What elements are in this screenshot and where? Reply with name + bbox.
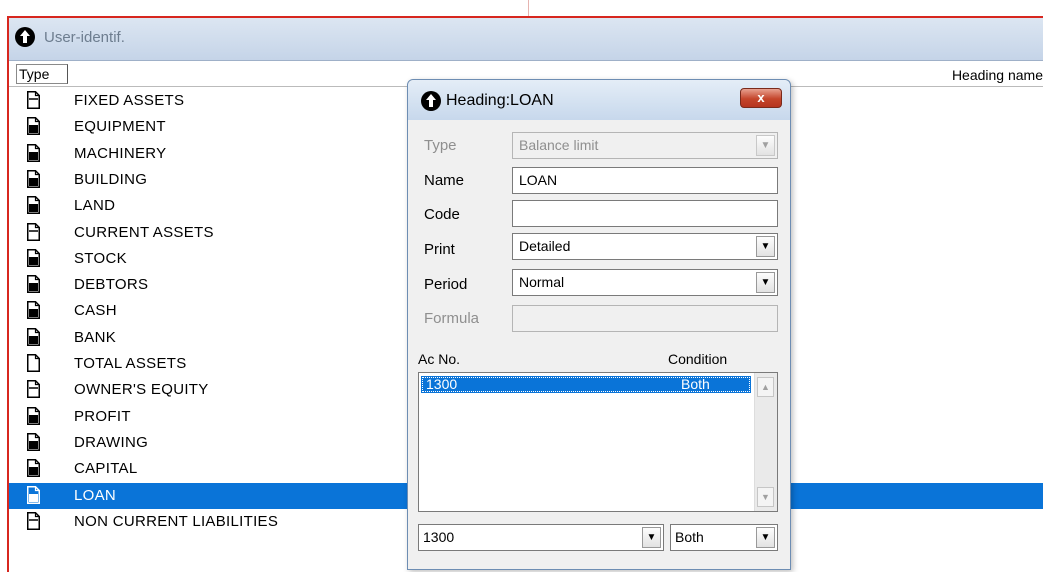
info-icon [15, 27, 35, 47]
dialog-titlebar[interactable]: Heading:LOAN x [408, 80, 790, 120]
list-item-label: DEBTORS [74, 276, 149, 294]
chevron-down-icon[interactable]: ▼ [756, 272, 775, 293]
period-select[interactable]: Normal ▼ [512, 269, 778, 296]
name-input[interactable]: LOAN [512, 167, 778, 194]
window-divider [528, 0, 529, 16]
window-titlebar: User-identif. [9, 18, 1043, 61]
account-page-icon [27, 169, 40, 188]
print-label: Print [424, 241, 455, 258]
type-label: Type [424, 137, 457, 154]
period-value: Normal [519, 274, 565, 290]
list-item-label: MACHINERY [74, 144, 167, 162]
print-select[interactable]: Detailed ▼ [512, 233, 778, 260]
account-list[interactable]: 1300 Both ▲ ▼ [418, 372, 778, 512]
list-item-label: EQUIPMENT [74, 118, 166, 136]
list-item-label: FIXED ASSETS [74, 92, 185, 109]
condition-select-value: Both [675, 529, 704, 545]
account-page-icon [27, 327, 40, 346]
list-item-label: CASH [74, 302, 117, 320]
chevron-down-icon[interactable]: ▼ [756, 527, 775, 548]
ac-no-select[interactable]: 1300 ▼ [418, 524, 664, 551]
ac-no-cell: 1300 [426, 376, 458, 392]
condition-header: Condition [668, 351, 728, 367]
code-label: Code [424, 206, 460, 223]
formula-input [512, 305, 778, 332]
name-value: LOAN [519, 172, 558, 188]
account-page-icon [27, 275, 40, 294]
chevron-down-icon[interactable]: ▼ [642, 527, 661, 548]
chevron-down-icon: ▼ [756, 135, 775, 156]
ac-no-header: Ac No. [418, 351, 461, 367]
list-item[interactable]: 1300 Both [421, 376, 751, 393]
list-item-label: CAPITAL [74, 460, 138, 478]
list-item-label: OWNER'S EQUITY [74, 381, 209, 399]
formula-label: Formula [424, 310, 480, 327]
heading-dialog: Heading:LOAN x Type Balance limit ▼ Name… [407, 79, 791, 570]
code-input[interactable] [512, 200, 778, 227]
heading-page-icon [27, 91, 40, 109]
name-label: Name [424, 172, 465, 189]
list-item-label: DRAWING [74, 433, 149, 451]
scrollbar[interactable]: ▲ ▼ [754, 373, 777, 511]
heading-page-icon [27, 222, 40, 241]
account-page-icon [27, 196, 40, 215]
type-select: Balance limit ▼ [512, 132, 778, 159]
account-page-icon [27, 485, 40, 504]
account-page-icon [27, 406, 40, 425]
condition-select[interactable]: Both ▼ [670, 524, 778, 551]
account-page-icon [27, 432, 40, 451]
list-item-label: BUILDING [74, 170, 148, 188]
account-page-icon [27, 248, 40, 267]
list-item-label: NON CURRENT LIABILITIES [74, 512, 279, 530]
list-item-label: STOCK [74, 249, 127, 267]
column-header-heading-name[interactable]: Heading name [952, 67, 1043, 83]
list-item-label: CURRENT ASSETS [74, 223, 214, 241]
account-page-icon [27, 459, 40, 478]
list-item-label: PROFIT [74, 407, 131, 425]
period-label: Period [424, 276, 468, 293]
scroll-down-icon[interactable]: ▼ [757, 487, 774, 507]
list-item-label: LOAN [74, 486, 117, 504]
account-page-icon [27, 143, 40, 162]
total-page-icon [27, 354, 40, 372]
list-item-label: BANK [74, 328, 117, 346]
scroll-up-icon[interactable]: ▲ [757, 377, 774, 397]
list-item-label: LAND [74, 197, 116, 215]
account-page-icon [27, 117, 40, 136]
dialog-title: Heading:LOAN [446, 92, 554, 109]
ac-no-select-value: 1300 [423, 529, 455, 545]
heading-page-icon [27, 380, 40, 399]
close-icon: x [757, 90, 765, 105]
heading-page-icon [27, 511, 40, 530]
condition-cell: Both [681, 376, 710, 392]
print-value: Detailed [519, 238, 571, 254]
column-header-type[interactable]: Type [16, 64, 68, 84]
type-value: Balance limit [519, 137, 599, 153]
window-title: User-identif. [44, 29, 125, 46]
info-icon [421, 91, 441, 111]
chevron-down-icon[interactable]: ▼ [756, 236, 775, 257]
account-page-icon [27, 301, 40, 320]
list-item-label: TOTAL ASSETS [74, 355, 187, 372]
close-button[interactable]: x [740, 88, 782, 108]
